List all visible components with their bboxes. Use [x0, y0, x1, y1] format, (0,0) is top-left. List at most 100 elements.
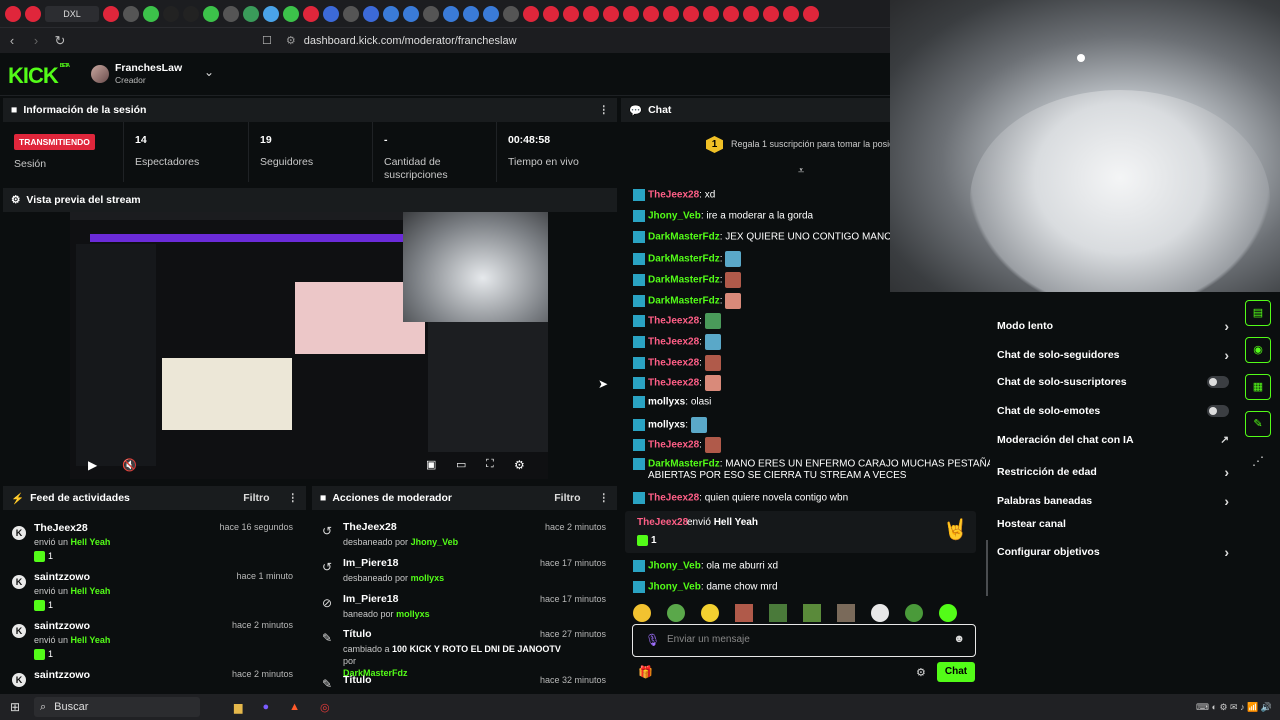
windows-start-icon[interactable]: ⊞: [0, 700, 30, 714]
emote-icon[interactable]: [633, 604, 651, 622]
wrench-icon[interactable]: ✎: [1245, 411, 1271, 437]
browser-tab[interactable]: [403, 5, 419, 22]
mute-icon[interactable]: 🔇: [122, 458, 137, 472]
emote-icon[interactable]: [701, 604, 719, 622]
mod-filter-button[interactable]: Filtro: [554, 492, 580, 504]
taskbar-search[interactable]: ⌕ Buscar: [34, 697, 200, 717]
feed-filter-button[interactable]: Filtro: [243, 492, 269, 504]
emoji-icon[interactable]: ☻: [953, 633, 965, 645]
emote-icon[interactable]: [769, 604, 787, 622]
browser-tab[interactable]: [443, 5, 459, 22]
browser-tab[interactable]: [183, 5, 199, 22]
chevron-right-icon[interactable]: ›: [1224, 544, 1229, 560]
toggle-switch[interactable]: [1207, 376, 1229, 388]
gift-box-icon[interactable]: 🎁: [638, 665, 653, 679]
emote-icon[interactable]: [735, 604, 753, 622]
browser-tab[interactable]: [763, 5, 779, 22]
stream-preview-video[interactable]: ▶ 🔇 ▣ ▭ ⛶ ⚙: [70, 212, 548, 479]
browser-tab[interactable]: [583, 5, 599, 22]
setting-chat-de-solo-seguidores[interactable]: Chat de solo-seguidores ›: [997, 347, 1229, 363]
browser-tab[interactable]: [243, 5, 259, 22]
browser-tab[interactable]: [803, 5, 819, 22]
pinned-gift-banner[interactable]: Regala 1 suscripción para tomar la posic…: [731, 139, 890, 149]
back-icon[interactable]: ‹: [0, 33, 24, 48]
broadcast-icon[interactable]: ◉: [1245, 337, 1271, 363]
collapse-icon[interactable]: ⩡: [798, 165, 804, 178]
microphone-icon[interactable]: 🎙: [645, 633, 660, 647]
browser-tab[interactable]: [363, 5, 379, 22]
system-tray[interactable]: ⌨ ◐ ⚙ ✉ ♪ 📶 🔊: [1196, 702, 1272, 713]
brave-icon[interactable]: ▲: [289, 701, 300, 713]
browser-tab[interactable]: [423, 5, 439, 22]
layout-icon[interactable]: ▦: [1245, 374, 1271, 400]
file-explorer-icon[interactable]: ▆: [234, 701, 242, 714]
browser-tab[interactable]: [643, 5, 659, 22]
reload-icon[interactable]: ↻: [48, 33, 72, 49]
setting-modo-lento[interactable]: Modo lento ›: [997, 318, 1229, 334]
browser-tab[interactable]: [283, 5, 299, 22]
browser-tab[interactable]: [323, 5, 339, 22]
browser-tab[interactable]: [143, 5, 159, 22]
chat-settings-icon[interactable]: ⚙: [916, 666, 926, 679]
browser-tab[interactable]: [263, 5, 279, 22]
browser-tab[interactable]: [523, 5, 539, 22]
setting-configurar-objetivos[interactable]: Configurar objetivos ›: [997, 544, 1229, 560]
browser-tab[interactable]: [203, 5, 219, 22]
browser-tab[interactable]: [743, 5, 759, 22]
emote-icon[interactable]: [905, 604, 923, 622]
browser-tab[interactable]: [383, 5, 399, 22]
chevron-right-icon[interactable]: ›: [1224, 347, 1229, 363]
emote-icon[interactable]: [871, 604, 889, 622]
chevron-right-icon[interactable]: ›: [1224, 318, 1229, 334]
kick-logo[interactable]: KICK BETA: [8, 63, 70, 89]
emote-icon[interactable]: [667, 604, 685, 622]
gear-icon[interactable]: ⚙: [514, 458, 525, 472]
browser-tab[interactable]: [223, 5, 239, 22]
browser-tab[interactable]: [703, 5, 719, 22]
setting-chat-de-solo-suscriptores[interactable]: Chat de solo-suscriptores: [997, 376, 1229, 388]
more-icon[interactable]: ⋮: [288, 492, 299, 504]
chat-input[interactable]: Enviar un mensaje: [667, 634, 750, 645]
obs-icon[interactable]: ◎: [320, 701, 330, 714]
toggle-switch[interactable]: [1207, 405, 1229, 417]
more-icon[interactable]: ⋮: [599, 104, 610, 116]
discord-icon[interactable]: ●: [262, 701, 269, 713]
emote-icon[interactable]: [803, 604, 821, 622]
chat-scrollbar[interactable]: [986, 540, 988, 596]
browser-tab[interactable]: [303, 5, 319, 22]
browser-tab[interactable]: [543, 5, 559, 22]
emote-icon[interactable]: [939, 604, 957, 622]
browser-tab[interactable]: [623, 5, 639, 22]
browser-tab[interactable]: [603, 5, 619, 22]
browser-tab[interactable]: [563, 5, 579, 22]
browser-tab[interactable]: [783, 5, 799, 22]
browser-tab[interactable]: [723, 5, 739, 22]
site-info-icon[interactable]: ⚙: [286, 34, 296, 47]
browser-tab[interactable]: [25, 5, 41, 22]
setting-restricci-n-de-edad[interactable]: Restricción de edad ›: [997, 464, 1229, 480]
pip-icon[interactable]: ▣: [426, 458, 436, 471]
bookmark-icon[interactable]: ☐: [262, 34, 272, 47]
url-text[interactable]: dashboard.kick.com/moderator/francheslaw: [304, 35, 517, 47]
browser-tab[interactable]: [663, 5, 679, 22]
setting-palabras-baneadas[interactable]: Palabras baneadas ›: [997, 493, 1229, 509]
play-icon[interactable]: ▶: [88, 458, 97, 472]
chevron-right-icon[interactable]: ›: [1224, 493, 1229, 509]
browser-tab[interactable]: [683, 5, 699, 22]
browser-tab[interactable]: [343, 5, 359, 22]
browser-tab[interactable]: [463, 5, 479, 22]
browser-tab[interactable]: [483, 5, 499, 22]
browser-tab[interactable]: [163, 5, 179, 22]
browser-tab[interactable]: [503, 5, 519, 22]
browser-tab[interactable]: DXL: [45, 5, 99, 22]
share-icon[interactable]: ⋰: [1252, 454, 1264, 468]
external-link-icon[interactable]: ↗: [1220, 434, 1229, 446]
avatar[interactable]: [91, 65, 109, 83]
fullscreen-icon[interactable]: ⛶: [486, 458, 494, 471]
setting-chat-de-solo-emotes[interactable]: Chat de solo-emotes: [997, 405, 1229, 417]
browser-tab[interactable]: [5, 5, 21, 22]
chat-input-box[interactable]: 🎙 Enviar un mensaje ☻: [632, 624, 976, 657]
chevron-right-icon[interactable]: ›: [1224, 464, 1229, 480]
chat-toggle-icon[interactable]: ▤: [1245, 300, 1271, 326]
browser-tab[interactable]: [103, 5, 119, 22]
